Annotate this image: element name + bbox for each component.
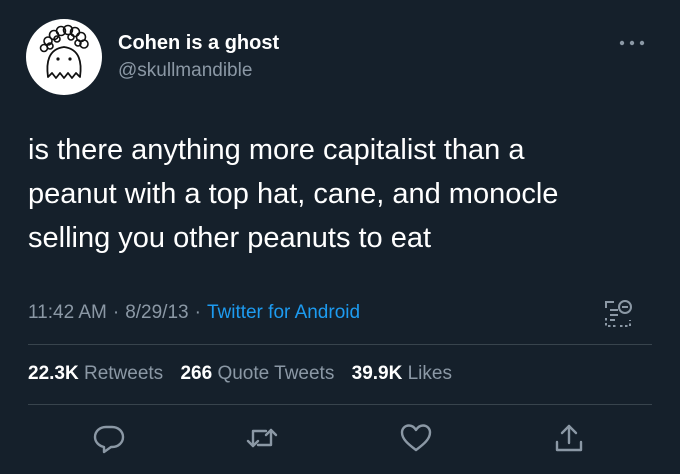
divider [28,404,652,405]
tweet-stats: 22.3K Retweets 266 Quote Tweets 39.9K Li… [28,363,464,385]
author-handle[interactable]: @skullmandible [118,60,252,82]
share-icon[interactable] [551,420,587,456]
ghost-avatar-icon [39,24,89,79]
tweet-meta: 11:42 AM · 8/29/13 · Twitter for Android [28,302,360,324]
retweets-count: 22.3K [28,363,79,384]
retweets-label: Retweets [83,363,164,384]
author-display-name[interactable]: Cohen is a ghost [118,32,279,55]
tweet-text: is there anything more capitalist than a… [28,134,559,254]
tweet-source-link[interactable]: Twitter for Android [207,302,360,323]
quote-tweets-stat[interactable]: 266 Quote Tweets [180,363,334,384]
likes-label: Likes [407,363,452,384]
meta-separator: · [194,302,201,323]
reply-icon[interactable] [91,420,127,456]
heart-icon[interactable] [398,420,434,456]
divider [28,344,652,345]
analytics-icon[interactable] [600,296,636,332]
likes-stat[interactable]: 39.9K Likes [352,363,452,384]
likes-count: 39.9K [351,363,403,384]
tweet-time[interactable]: 11:42 AM [28,302,107,323]
more-dots-icon[interactable] [614,30,650,56]
meta-separator: · [112,302,120,323]
retweet-icon[interactable] [244,420,280,456]
tweet-date[interactable]: 8/29/13 [125,302,188,323]
quote-tweets-label: Quote Tweets [217,363,335,384]
retweets-stat[interactable]: 22.3K Retweets [28,363,163,384]
quote-tweets-count: 266 [180,363,213,384]
tweet-card: Cohen is a ghost @skullmandible is there… [0,0,680,474]
author-avatar[interactable] [26,19,102,95]
